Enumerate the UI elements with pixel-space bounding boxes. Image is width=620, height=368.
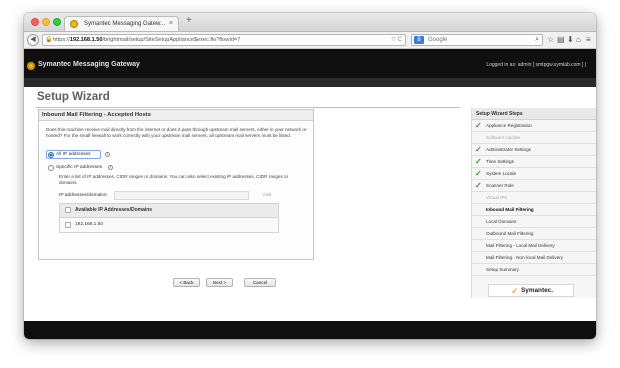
home-icon[interactable]: ⌂ xyxy=(576,35,581,45)
nav-bar: ◀ 🔒 https://192.168.1.50/brightmail/setu… xyxy=(24,32,596,49)
header-stripe xyxy=(24,78,596,87)
star-icon[interactable]: ☆ xyxy=(547,35,554,45)
step-label: Local Domains xyxy=(486,219,517,224)
table-header-label: Available IP Addresses/Domains xyxy=(75,207,153,213)
page-title: Setup Wizard xyxy=(37,91,110,103)
menu-icon[interactable]: ≡ xyxy=(586,35,591,45)
step-label: Appliance Registration xyxy=(486,123,532,128)
url-path: /brightmail/setup/SiteSetupAppliance$exe… xyxy=(102,37,241,43)
step-item: ✓ Appliance Registration xyxy=(472,120,596,132)
row-checkbox[interactable] xyxy=(65,222,71,228)
step-item: ✓ Time Settings xyxy=(472,156,596,168)
vendor-logo-text: Symantec. xyxy=(521,287,553,294)
browser-tab[interactable]: Symantec Messaging Gatew... × xyxy=(64,16,179,31)
step-item: Inbound Mail Filtering xyxy=(472,204,596,216)
search-icon[interactable]: ⌕ xyxy=(535,35,539,45)
step-item: ✓ System Locale xyxy=(472,168,596,180)
ip-addresses-input[interactable] xyxy=(114,191,249,200)
check-icon: ✓ xyxy=(475,121,482,130)
check-icon: ✓ xyxy=(475,181,482,190)
step-label: Administrator Settings xyxy=(486,147,531,152)
step-label: Mail Filtering - Non-local Mail Delivery xyxy=(486,255,564,260)
question-text: Does this machine receive mail directly … xyxy=(46,127,307,139)
wizard-steps-sidebar: Setup Wizard Steps ✓ Appliance Registrati… xyxy=(471,108,596,298)
tab-title: Symantec Messaging Gatew... xyxy=(84,21,166,27)
step-label: Outbound Mail Filtering xyxy=(486,231,534,236)
panel-title: Inbound Mail Filtering - Accepted Hosts xyxy=(39,110,313,121)
next-button[interactable]: Next > xyxy=(206,278,233,287)
check-icon: ✓ xyxy=(475,169,482,178)
step-label: System Locale xyxy=(486,171,517,176)
app-footer xyxy=(24,321,596,339)
search-input[interactable]: 8 Google ⌕ xyxy=(411,34,543,46)
tab-close-icon[interactable]: × xyxy=(169,17,173,31)
step-label: Virtual IPs xyxy=(486,195,507,200)
url-host: 192.168.1.50 xyxy=(69,37,103,43)
step-item: ✓ Scanner Role xyxy=(472,180,596,192)
back-icon[interactable]: ◀ xyxy=(27,34,39,46)
step-item: Setup Summary xyxy=(472,264,596,276)
reload-icon[interactable]: ▽ C xyxy=(391,35,402,45)
specific-ip-description: Enter a list of IP addresses, CIDR range… xyxy=(59,174,289,185)
step-label: Software Update xyxy=(486,135,521,140)
ip-field-label: IP addresses/domains: xyxy=(59,193,108,198)
step-item: Mail Filtering - Non-local Mail Delivery xyxy=(472,252,596,264)
lock-icon: 🔒 xyxy=(45,37,53,43)
title-bar: Symantec Messaging Gatew... × + xyxy=(24,13,596,32)
step-label: Setup Summary xyxy=(486,267,519,272)
back-button[interactable]: < Back xyxy=(173,278,200,287)
symantec-logo-icon xyxy=(27,62,35,70)
app-header: Symantec Messaging Gateway Logged in as:… xyxy=(24,49,596,78)
ip-table: Available IP Addresses/Domains 192.168.1… xyxy=(59,203,279,233)
search-engine-icon[interactable]: 8 xyxy=(414,36,424,44)
select-all-checkbox[interactable] xyxy=(65,207,71,213)
symantec-check-icon: ✓ xyxy=(511,286,519,296)
step-item: Local Domains xyxy=(472,216,596,228)
specific-ip-label[interactable]: Specific IP addresses xyxy=(56,165,102,170)
step-item: Outbound Mail Filtering xyxy=(472,228,596,240)
url-prefix: https:// xyxy=(53,37,70,43)
symantec-favicon-icon xyxy=(70,20,78,28)
symantec-logo: ✓ Symantec. xyxy=(488,284,574,297)
browser-window: Symantec Messaging Gatew... × + ◀ 🔒 http… xyxy=(24,13,596,339)
table-cell: 192.168.1.50 xyxy=(75,222,104,227)
step-label: Mail Filtering - Local Mail Delivery xyxy=(486,243,555,248)
url-bar[interactable]: 🔒 https://192.168.1.50/brightmail/setup/… xyxy=(42,34,406,46)
table-row[interactable]: 192.168.1.50 xyxy=(60,218,278,232)
step-label: Inbound Mail Filtering xyxy=(486,207,534,212)
all-ip-label[interactable]: All IP addresses xyxy=(56,152,91,157)
main-content: Setup Wizard Inbound Mail Filtering - Ac… xyxy=(24,87,596,321)
table-header: Available IP Addresses/Domains xyxy=(60,204,278,218)
all-ip-radio[interactable] xyxy=(48,152,54,158)
add-button[interactable]: Add xyxy=(254,191,280,200)
info-icon[interactable]: i xyxy=(105,152,110,157)
check-icon: ✓ xyxy=(475,157,482,166)
steps-title: Setup Wizard Steps xyxy=(472,108,596,120)
step-label: Scanner Role xyxy=(486,183,514,188)
specific-ip-radio[interactable] xyxy=(48,165,54,171)
step-item: ✓ Administrator Settings xyxy=(472,144,596,156)
check-icon: ✓ xyxy=(475,145,482,154)
cancel-button[interactable]: Cancel xyxy=(244,278,276,287)
app-title: Symantec Messaging Gateway xyxy=(38,61,140,68)
title-divider xyxy=(36,107,460,108)
minimize-window-button[interactable] xyxy=(42,18,50,26)
step-item: Mail Filtering - Local Mail Delivery xyxy=(472,240,596,252)
step-label: Time Settings xyxy=(486,159,514,164)
accepted-hosts-panel: Inbound Mail Filtering - Accepted Hosts … xyxy=(38,109,314,260)
download-icon[interactable]: ⬇ xyxy=(567,35,574,45)
step-item: Virtual IPs xyxy=(472,192,596,204)
search-placeholder: Google xyxy=(428,37,448,43)
step-item: Software Update xyxy=(472,132,596,144)
close-window-button[interactable] xyxy=(31,18,39,26)
zoom-window-button[interactable] xyxy=(53,18,61,26)
bookmarks-icon[interactable]: ▤ xyxy=(557,35,565,45)
info-icon[interactable]: i xyxy=(108,165,113,170)
logged-in-status: Logged in as: admin [ smtpgw.symlab.com … xyxy=(486,62,586,68)
new-tab-button[interactable]: + xyxy=(186,15,192,26)
